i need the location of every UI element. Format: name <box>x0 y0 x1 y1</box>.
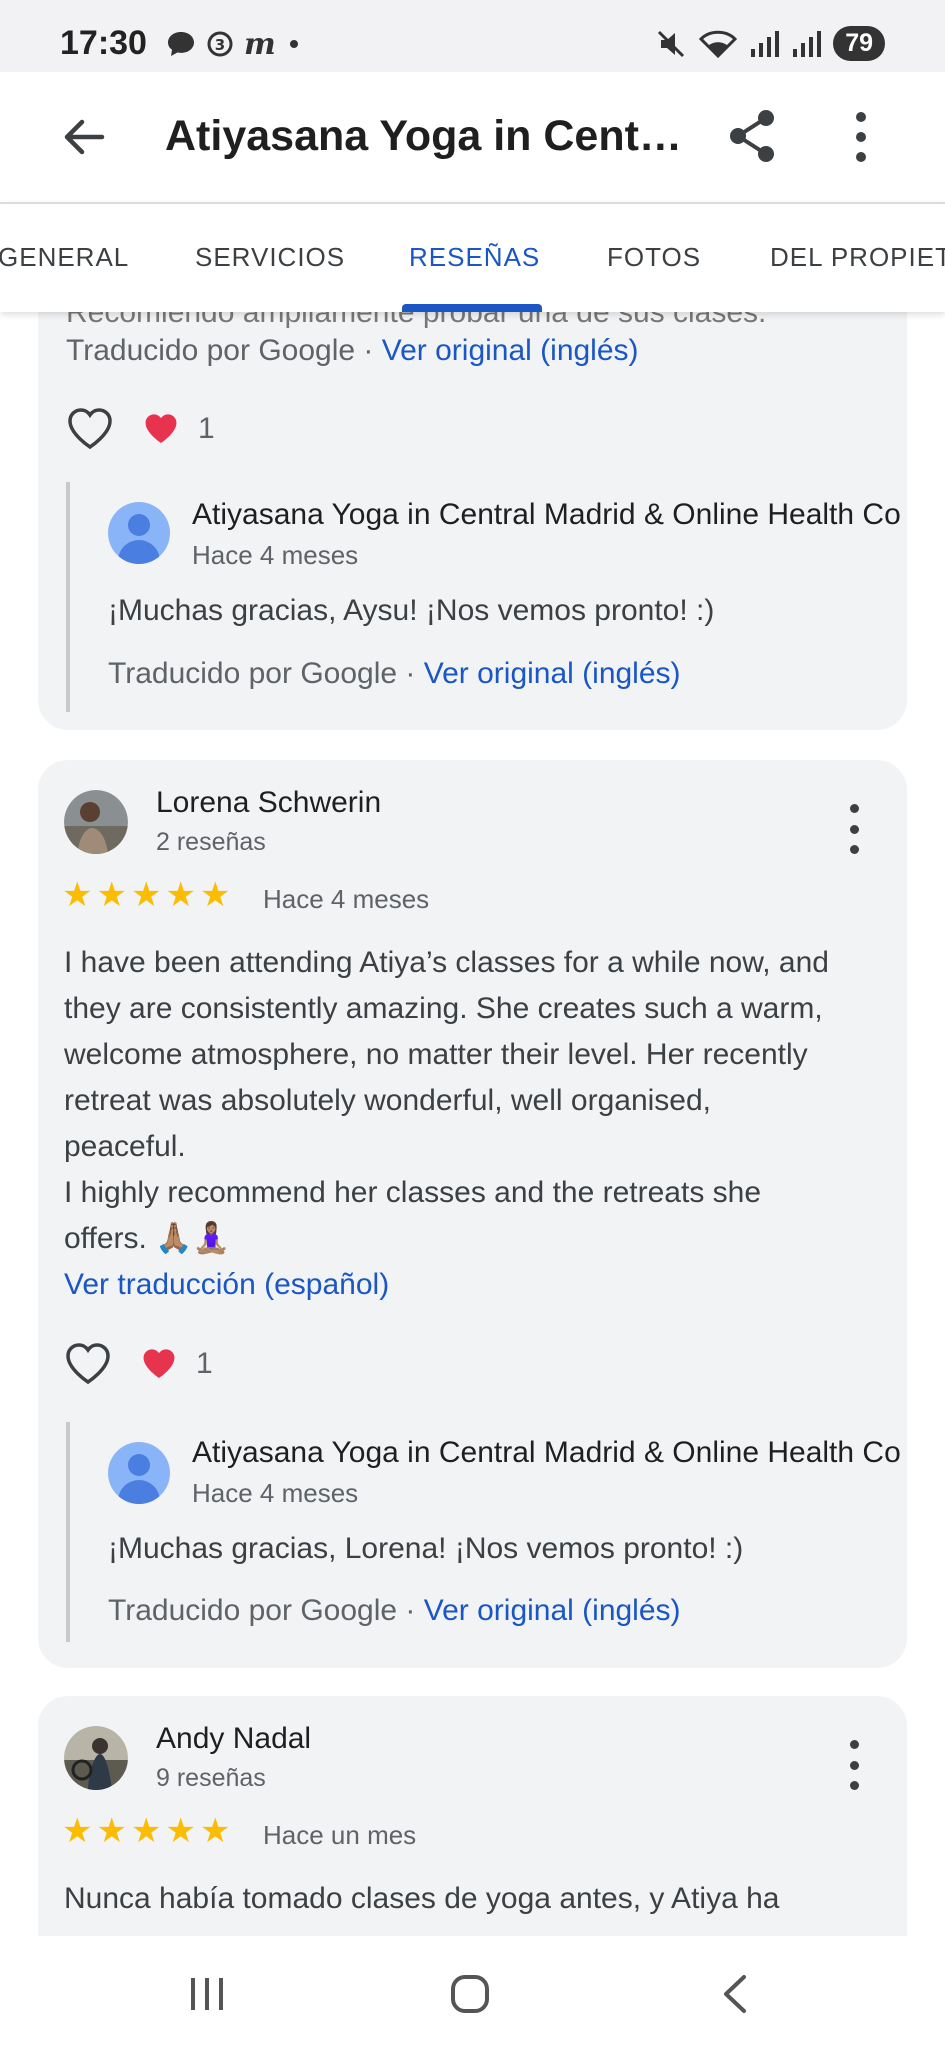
view-original-link[interactable]: Ver original (inglés) <box>424 1594 681 1627</box>
star-icon: ★ <box>96 876 127 914</box>
reviews-list[interactable]: Recomiendo ampliamente probar una de sus… <box>0 312 945 1936</box>
reviewer-review-count: 2 reseñas <box>156 828 266 856</box>
tab-fotos[interactable]: FOTOS <box>607 242 701 273</box>
owner-reply: Atiyasana Yoga in Central Madrid & Onlin… <box>66 1422 906 1642</box>
mute-icon <box>658 30 685 57</box>
more-options-icon[interactable] <box>846 110 876 164</box>
star-icon: ★ <box>199 1812 231 1850</box>
heart-reaction-icon <box>145 414 177 443</box>
svg-text:m: m <box>244 30 276 58</box>
translated-by-label: Traducido por Google · <box>108 657 416 690</box>
reply-text: ¡Muchas gracias, Aysu! ¡Nos vemos pronto… <box>108 594 715 627</box>
chat-bubble-icon <box>168 32 194 56</box>
view-translation-link[interactable]: Ver traducción (español) <box>64 1268 389 1302</box>
star-rating: ★ ★ ★ ★ ★ <box>62 1814 230 1848</box>
star-icon: ★ <box>96 1812 127 1850</box>
star-icon: ★ <box>62 1812 93 1850</box>
home-icon[interactable] <box>450 1974 490 2014</box>
system-nav-bar <box>0 1936 945 2048</box>
tab-bar: GENERAL SERVICIOS RESEÑAS FOTOS DEL PROP… <box>0 202 945 312</box>
reaction-row: 1 <box>64 1342 213 1386</box>
like-count: 1 <box>196 1347 213 1380</box>
reviewer-name[interactable]: Lorena Schwerin <box>156 786 381 820</box>
translated-by-label: Traducido por Google · <box>66 334 374 367</box>
translation-row: Traducido por Google · Ver original (ing… <box>108 1594 681 1628</box>
star-icon: ★ <box>199 876 231 914</box>
owner-reply: Atiyasana Yoga in Central Madrid & Onlin… <box>66 482 906 712</box>
review-options-icon[interactable] <box>844 1740 864 1790</box>
tab-general[interactable]: GENERAL <box>0 242 129 273</box>
app-bar: Atiyasana Yoga in Cent… <box>0 72 945 202</box>
review-time: Hace 4 meses <box>263 884 430 914</box>
reaction-row: 1 <box>66 407 215 451</box>
star-icon: ★ <box>130 876 162 914</box>
owner-avatar <box>108 1442 170 1504</box>
review-text-line: I have been attending Atiya’s classes fo… <box>64 946 829 979</box>
page-title: Atiyasana Yoga in Cent… <box>165 112 682 160</box>
status-bar: 17:30 3 m 79 <box>0 0 945 72</box>
review-card: Andy Nadal 9 reseñas ★ ★ ★ ★ ★ Hace un mes N… <box>38 1696 907 1936</box>
reply-text: ¡Muchas gracias, Lorena! ¡Nos vemos pron… <box>108 1532 744 1565</box>
svg-text:3: 3 <box>215 36 225 54</box>
signal-icon <box>793 30 822 57</box>
tab-del-propietario[interactable]: DEL PROPIET. <box>770 242 945 273</box>
star-rating: ★ ★ ★ ★ ★ <box>62 878 230 912</box>
review-text-line: I highly recommend her classes and the r… <box>64 1176 762 1209</box>
reply-author: Atiyasana Yoga in Central Madrid & Onlin… <box>192 1436 901 1469</box>
like-heart-icon[interactable] <box>64 1342 112 1386</box>
like-heart-icon[interactable] <box>66 407 114 451</box>
star-icon: ★ <box>165 1812 196 1850</box>
translation-row: Traducido por Google · Ver original (ing… <box>108 657 681 691</box>
status-time: 17:30 <box>60 24 147 62</box>
owner-avatar <box>108 502 170 564</box>
dot-icon <box>290 40 298 48</box>
review-text: I have been attending Atiya’s classes fo… <box>64 940 894 1262</box>
review-card: Recomiendo ampliamente probar una de sus… <box>38 312 907 730</box>
view-original-link[interactable]: Ver original (inglés) <box>424 657 681 690</box>
reviewer-avatar[interactable] <box>64 1726 128 1790</box>
reply-author: Atiyasana Yoga in Central Madrid & Onlin… <box>192 498 901 531</box>
review-text-line: retreat was absolutely wonderful, well o… <box>64 1084 712 1117</box>
review-text-line: they are consistently amazing. She creat… <box>64 992 823 1025</box>
tab-resenas[interactable]: RESEÑAS <box>409 242 540 273</box>
star-icon: ★ <box>130 1812 162 1850</box>
heart-reaction-icon <box>143 1349 175 1378</box>
reply-time: Hace 4 meses <box>192 540 359 570</box>
system-icons: 79 <box>655 26 885 61</box>
review-card: Lorena Schwerin 2 reseñas ★ ★ ★ ★ ★ Hace 4 m… <box>38 760 907 1668</box>
view-original-link[interactable]: Ver original (inglés) <box>382 334 639 367</box>
active-tab-indicator <box>402 304 542 312</box>
review-text-cut: Recomiendo ampliamente probar una de sus… <box>66 312 767 329</box>
review-text-line: Nunca había tomado clases de yoga antes,… <box>64 1882 780 1915</box>
recent-apps-icon[interactable] <box>188 1976 226 2012</box>
review-text-line: peaceful. <box>64 1130 186 1163</box>
translated-by-label: Traducido por Google · <box>108 1594 416 1627</box>
review-time: Hace un mes <box>263 1820 417 1850</box>
reviewer-review-count: 9 reseñas <box>156 1764 266 1792</box>
translation-row: Traducido por Google · Ver original (ing… <box>66 334 639 368</box>
back-nav-icon[interactable] <box>720 1974 750 2014</box>
like-count: 1 <box>198 412 215 445</box>
tab-servicios[interactable]: SERVICIOS <box>195 242 345 273</box>
reviewer-avatar[interactable] <box>64 790 128 854</box>
back-arrow-icon[interactable] <box>58 112 108 162</box>
battery-indicator: 79 <box>833 26 885 61</box>
share-icon[interactable] <box>726 108 780 164</box>
reply-time: Hace 4 meses <box>192 1478 359 1508</box>
m-app-icon: m <box>244 30 276 58</box>
notification-icons: 3 m <box>166 30 300 58</box>
review-options-icon[interactable] <box>844 804 864 854</box>
signal-icon <box>751 30 780 57</box>
star-icon: ★ <box>165 876 196 914</box>
data-saver-icon: 3 <box>207 31 233 57</box>
wifi-icon <box>699 30 738 58</box>
review-text-line: welcome atmosphere, no matter their leve… <box>64 1038 808 1071</box>
star-icon: ★ <box>62 876 93 914</box>
reviewer-name[interactable]: Andy Nadal <box>156 1722 311 1756</box>
review-text-line: offers. 🙏🏽🧘🏽‍♀️ <box>64 1222 230 1255</box>
